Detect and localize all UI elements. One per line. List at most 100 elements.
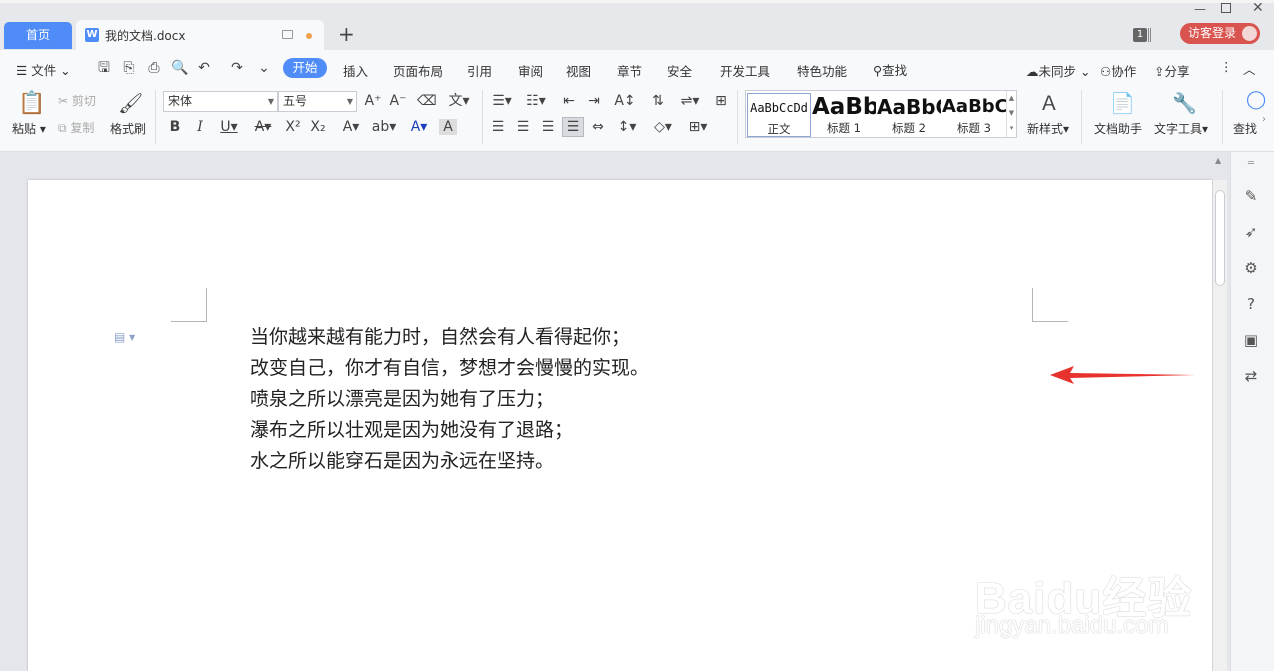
sort-icon[interactable]: ⇅ <box>649 93 667 109</box>
find-button[interactable]: 查找 <box>1233 122 1257 136</box>
image-icon[interactable]: ▣ <box>1241 330 1261 350</box>
text-effect-icon[interactable]: A▾ <box>338 119 364 135</box>
print-icon[interactable]: ⎙ <box>146 60 162 76</box>
sidebar-handle-icon[interactable]: ═ <box>1241 154 1261 174</box>
underline-icon[interactable]: U▾ <box>216 119 242 135</box>
menu-item-insert[interactable]: 插入 <box>343 61 368 80</box>
save-icon[interactable]: 🖫 <box>96 60 112 76</box>
paragraph-menu-icon[interactable]: ▤ ▾ <box>114 330 135 344</box>
document-line[interactable]: 当你越来越有能力时，自然会有人看得起你； <box>250 322 630 353</box>
subscript-icon[interactable]: X₂ <box>309 119 327 135</box>
line-spacing-icon[interactable]: ↕▾ <box>614 119 640 135</box>
shading-icon[interactable]: ◇▾ <box>650 119 676 135</box>
minimize-icon[interactable]: — <box>1194 2 1206 16</box>
increase-indent-icon[interactable]: ⇥ <box>585 93 603 109</box>
distribute-icon[interactable]: ⇔ <box>589 119 607 135</box>
maximize-icon[interactable] <box>1221 3 1231 13</box>
collaborate-button[interactable]: ⚇协作 <box>1100 61 1136 80</box>
menu-item-references[interactable]: 引用 <box>467 61 492 80</box>
scrollbar-thumb[interactable] <box>1215 190 1225 286</box>
italic-icon[interactable]: I <box>191 119 209 135</box>
ribbon-scroll-right-icon[interactable]: › <box>1262 113 1266 127</box>
menu-item-security[interactable]: 安全 <box>667 61 692 80</box>
doc-assistant-icon[interactable]: 📄 <box>1110 92 1135 114</box>
font-family-select[interactable]: 宋体 ▼ <box>163 91 278 112</box>
window-list-icon[interactable] <box>1148 28 1151 42</box>
tab-home[interactable]: 首页 <box>4 22 72 49</box>
menu-item-review[interactable]: 审阅 <box>518 61 543 80</box>
table-border-icon[interactable]: ⊞ <box>712 93 730 109</box>
menu-item-page-layout[interactable]: 页面布局 <box>393 61 443 80</box>
format-painter-icon[interactable]: 🖌 <box>118 92 143 114</box>
menu-item-chapter[interactable]: 章节 <box>617 61 642 80</box>
highlight-icon[interactable]: ab▾ <box>371 119 397 135</box>
bullet-list-icon[interactable]: ☰▾ <box>489 93 515 109</box>
font-size-select[interactable]: 五号 ▼ <box>278 91 357 112</box>
styles-scroll-icon[interactable]: ▲ ▼ ▾ <box>1006 91 1016 137</box>
numbered-list-icon[interactable]: ☷▾ <box>523 93 549 109</box>
paste-icon[interactable]: 📋 <box>18 92 45 116</box>
undo-icon[interactable]: ↶ <box>196 60 212 76</box>
document-line[interactable]: 水之所以能穿石是因为永远在坚持。 <box>250 446 554 477</box>
bold-icon[interactable]: B <box>166 119 184 135</box>
guest-login-button[interactable]: 访客登录 <box>1180 23 1260 44</box>
style-normal[interactable]: AaBbCcDd 正文 <box>747 93 811 137</box>
new-tab-button[interactable]: + <box>338 22 355 46</box>
cut-button[interactable]: ✂ 剪切 <box>58 94 96 108</box>
grow-font-icon[interactable]: A⁺ <box>364 93 382 109</box>
font-color-icon[interactable]: A▾ <box>406 119 432 135</box>
style-heading-3[interactable]: AaBbC 标题 3 <box>942 93 1006 137</box>
document-line[interactable]: 瀑布之所以壮观是因为她没有了退路； <box>250 415 573 446</box>
vertical-scrollbar[interactable] <box>1213 180 1227 671</box>
strikethrough-icon[interactable]: A▾ <box>250 119 276 135</box>
line-break-icon[interactable]: ⇌▾ <box>677 93 703 109</box>
quick-access-dropdown-icon[interactable]: ⌄ <box>256 60 272 76</box>
file-menu[interactable]: ☰ 文件 ⌄ <box>16 60 71 79</box>
find-icon[interactable]: ◯ <box>1246 91 1266 109</box>
print-preview-icon[interactable]: 🔍 <box>171 60 188 76</box>
search-menu[interactable]: ⚲查找 <box>873 60 907 79</box>
help-icon[interactable]: ? <box>1241 294 1261 314</box>
sync-status[interactable]: ☁未同步 ⌄ <box>1026 61 1090 80</box>
style-heading-1[interactable]: AaBb 标题 1 <box>812 93 876 137</box>
select-cursor-icon[interactable]: ➶ <box>1241 222 1261 242</box>
menu-item-start[interactable]: 开始 <box>283 58 327 78</box>
text-direction-icon[interactable]: A↕ <box>612 93 638 109</box>
superscript-icon[interactable]: X² <box>284 119 302 135</box>
export-icon[interactable]: ⎘ <box>121 60 137 76</box>
align-right-icon[interactable]: ☰ <box>539 119 557 135</box>
text-tools-icon[interactable]: 🔧 <box>1172 92 1197 114</box>
new-style-button[interactable]: 新样式▾ <box>1027 122 1069 136</box>
phonetic-guide-icon[interactable]: 文▾ <box>446 93 472 109</box>
shrink-font-icon[interactable]: A⁻ <box>389 93 407 109</box>
doc-assistant-button[interactable]: 文档助手 <box>1094 122 1142 136</box>
translate-icon[interactable]: ⇄ <box>1241 366 1261 386</box>
edit-icon[interactable]: ✎ <box>1241 186 1261 206</box>
new-style-icon[interactable]: Ａ <box>1036 92 1062 114</box>
align-center-icon[interactable]: ☰ <box>514 119 532 135</box>
menu-item-special-features[interactable]: 特色功能 <box>797 61 847 80</box>
justify-icon[interactable]: ☰ <box>562 117 584 137</box>
tab-document[interactable]: W 我的文档.docx <box>76 20 324 50</box>
format-painter-button[interactable]: 格式刷 <box>110 122 146 136</box>
char-shading-icon[interactable]: A <box>439 119 457 135</box>
style-heading-2[interactable]: AaBbC 标题 2 <box>877 93 941 137</box>
settings-sliders-icon[interactable]: ⚙ <box>1241 258 1261 278</box>
borders-icon[interactable]: ⊞▾ <box>685 119 711 135</box>
clear-format-icon[interactable]: ⌫ <box>417 93 437 109</box>
paste-button[interactable]: 粘贴 ▾ <box>12 122 46 136</box>
text-tools-button[interactable]: 文字工具▾ <box>1154 122 1208 136</box>
align-left-icon[interactable]: ☰ <box>489 119 507 135</box>
collapse-ribbon-icon[interactable]: ︿ <box>1243 59 1256 78</box>
redo-icon[interactable]: ↷ <box>229 60 245 76</box>
document-line[interactable]: 喷泉之所以漂亮是因为她有了压力； <box>250 384 554 415</box>
close-icon[interactable]: ✕ <box>1252 0 1264 16</box>
decrease-indent-icon[interactable]: ⇤ <box>560 93 578 109</box>
window-count-badge[interactable]: 1 <box>1133 28 1147 42</box>
copy-button[interactable]: ⧉ 复制 <box>58 121 94 135</box>
share-button[interactable]: ⇪分享 <box>1154 61 1190 80</box>
scroll-up-icon[interactable]: ▲ <box>1215 156 1221 165</box>
more-options-icon[interactable]: ⋮ <box>1220 59 1233 74</box>
document-line[interactable]: 改变自己，你才有自信，梦想才会慢慢的实现。 <box>250 353 649 384</box>
monitor-icon[interactable] <box>282 30 293 39</box>
